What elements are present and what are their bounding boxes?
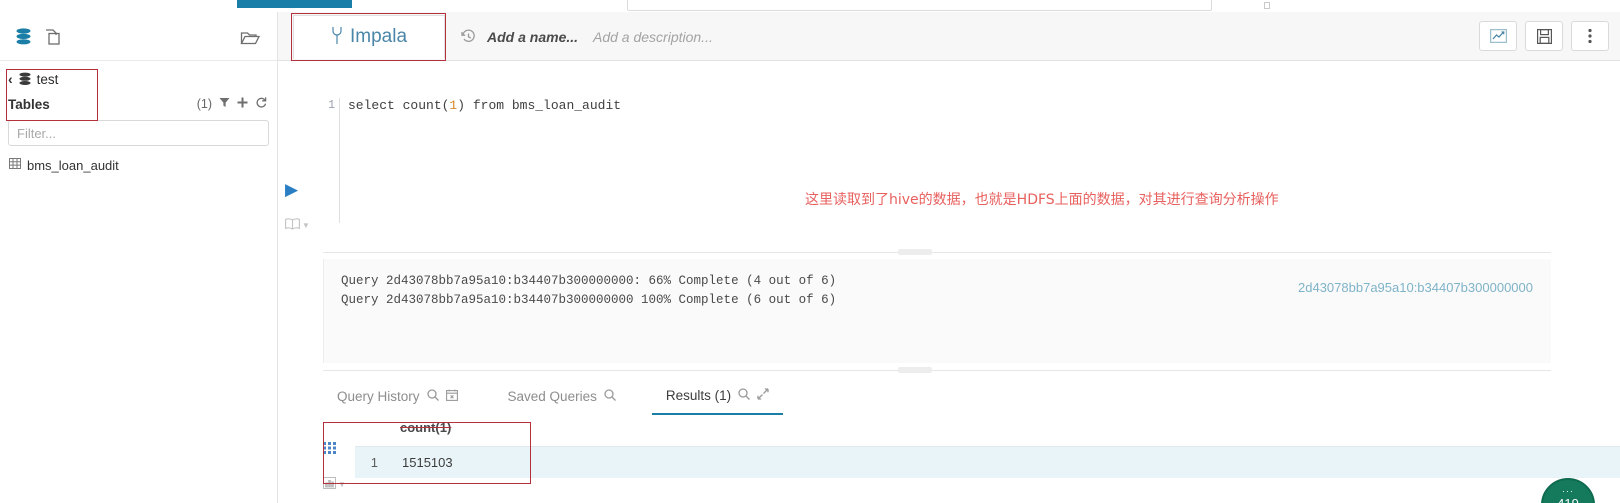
split-divider-bottom: [323, 370, 1551, 371]
database-icon[interactable]: [10, 24, 36, 50]
line-number: 1: [328, 99, 335, 112]
column-header: count(1): [400, 420, 452, 435]
search-icon[interactable]: [604, 388, 616, 404]
tab-results[interactable]: Results (1): [651, 377, 784, 415]
sql-editor[interactable]: ▶ ▼ 1 select count(1) from bms_loan_audi…: [278, 61, 1620, 246]
history-icon[interactable]: [461, 29, 476, 48]
chart-icon[interactable]: [1479, 21, 1517, 51]
db-stack-icon: [18, 72, 32, 87]
hue-impala-editor: ‹ test Tables (1) Filter... bms_loan_aud…: [0, 0, 1620, 503]
list-item[interactable]: bms_loan_audit: [9, 155, 277, 175]
tab-label: Results (1): [665, 387, 732, 403]
search-input[interactable]: [8, 120, 269, 146]
filter-row: [0, 114, 277, 146]
back-icon[interactable]: ‹: [8, 72, 13, 86]
left-assist-panel: ‹ test Tables (1) Filter... bms_loan_aud…: [0, 12, 278, 503]
query-log-panel: Query 2d43078bb7a95a10:b34407b300000000:…: [323, 259, 1551, 363]
tab-label: Saved Queries: [507, 388, 597, 404]
columns-toggle[interactable]: ▼: [285, 218, 321, 233]
table-row[interactable]: 1 1515103: [355, 446, 1620, 478]
filter-icon[interactable]: [219, 95, 230, 113]
split-handle-bottom[interactable]: [898, 367, 932, 373]
tables-label: Tables: [8, 96, 50, 112]
add-icon[interactable]: [237, 95, 248, 113]
name-field[interactable]: Add a name...: [487, 29, 578, 45]
tables-header-row: Tables (1): [8, 94, 267, 114]
row-index: 1: [370, 455, 378, 470]
expand-icon[interactable]: [757, 387, 769, 403]
toolbar-actions: [1479, 21, 1609, 51]
tab-impala[interactable]: Impala: [293, 15, 445, 59]
query-id-link[interactable]: 2d43078bb7a95a10:b34407b300000000: [1298, 280, 1533, 295]
global-search-input[interactable]: [627, 0, 1270, 11]
assist-db-section: ‹ test Tables (1): [0, 61, 277, 114]
run-button[interactable]: ▶: [285, 181, 321, 198]
editor-caret-rule: [339, 98, 340, 223]
chevron-down-icon: ▼: [302, 221, 310, 230]
calendar-icon[interactable]: [445, 389, 458, 404]
editor-toolbar: Impala Add a name... Add a description..…: [278, 12, 1620, 61]
chart-view-toggle[interactable]: ▼: [323, 477, 347, 492]
tab-query-history[interactable]: Query History: [323, 377, 472, 415]
tab-saved-queries[interactable]: Saved Queries: [494, 377, 630, 415]
editor-gutter-actions: ▶ ▼: [285, 181, 321, 233]
current-database-label[interactable]: test: [37, 72, 59, 87]
description-field[interactable]: Add a description...: [593, 29, 713, 45]
documents-icon[interactable]: [40, 24, 66, 50]
tab-label: Query History: [337, 388, 420, 404]
annotation-text: 这里读取到了hive的数据，也就是HDFS上面的数据，对其进行查询分析操作: [805, 192, 1279, 208]
grid-rows: 1 1515103: [355, 446, 1620, 478]
table-list: bms_loan_audit: [0, 146, 277, 175]
table-icon: [9, 158, 21, 172]
grid-view-icon[interactable]: [323, 442, 347, 455]
table-name: bms_loan_audit: [27, 157, 119, 173]
badge-count: 419: [1557, 496, 1579, 503]
save-icon[interactable]: [1525, 21, 1563, 51]
badge-dots-icon: ···: [1562, 486, 1574, 496]
chevron-down-icon: ▼: [338, 480, 346, 489]
open-folder-icon[interactable]: [237, 24, 263, 50]
browser-tab-strip[interactable]: [237, 0, 352, 8]
impala-fork-icon: [331, 26, 343, 49]
split-divider-top: [323, 252, 1551, 253]
assist-icon-bar: [0, 12, 277, 61]
cell-count: 1515103: [402, 455, 453, 470]
refresh-icon[interactable]: [255, 95, 267, 113]
search-icon: [1264, 2, 1270, 9]
breadcrumb: ‹ test: [8, 69, 267, 89]
more-icon[interactable]: [1571, 21, 1609, 51]
tab-label: Impala: [349, 26, 408, 47]
results-grid: ▼ count(1) 1 1515103: [323, 416, 1620, 503]
top-cutoff-strip: [0, 0, 1620, 12]
grid-view-switcher: ▼: [323, 442, 347, 492]
split-handle-top[interactable]: [898, 249, 932, 255]
search-icon[interactable]: [738, 387, 751, 403]
search-icon[interactable]: [426, 388, 439, 404]
tables-count: (1): [196, 97, 212, 111]
book-icon: [285, 218, 300, 233]
result-tabs: Query History Saved Queries Results (1): [323, 377, 1551, 415]
sql-statement[interactable]: select count(1) from bms_loan_audit: [348, 98, 621, 114]
bar-chart-icon: [323, 477, 336, 492]
main-panel: Impala Add a name... Add a description..…: [278, 12, 1620, 503]
